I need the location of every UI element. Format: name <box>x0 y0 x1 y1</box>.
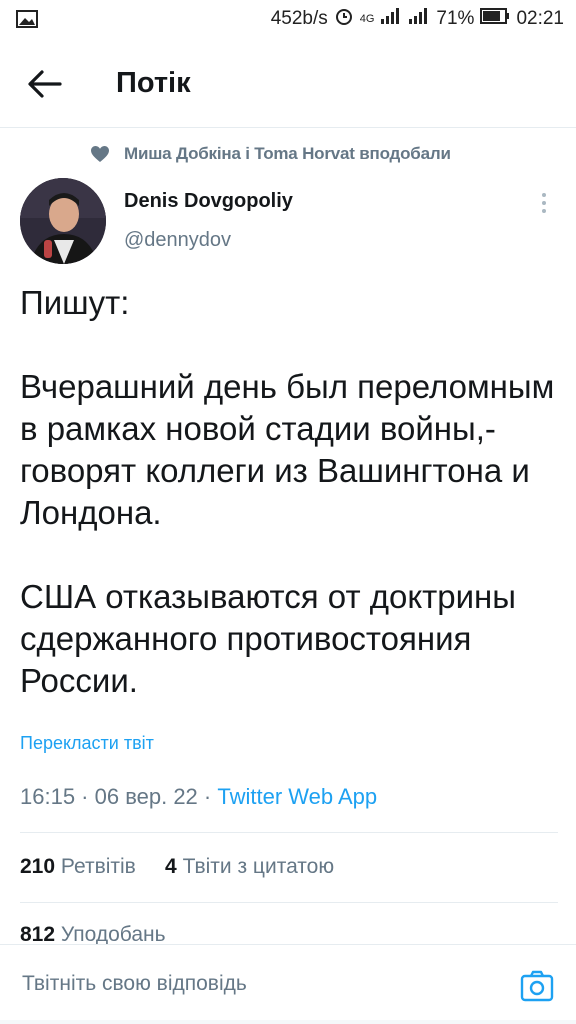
clock: 02:21 <box>516 8 564 29</box>
quotes-label: Твіти з цитатою <box>182 855 335 878</box>
heart-icon <box>91 146 109 162</box>
reply-input[interactable] <box>22 972 492 996</box>
social-context-text: Миша Добкіна і Toma Horvat вподобали <box>124 144 451 163</box>
more-options-button[interactable] <box>536 190 552 218</box>
avatar-image <box>20 178 106 264</box>
net-speed: 452b/s <box>270 8 328 29</box>
page-title: Потік <box>116 67 191 99</box>
tweet-paragraph: Вчерашний день был переломным в рамках н… <box>20 368 555 531</box>
author-name[interactable]: Denis Dovgopoliy <box>124 190 293 213</box>
network-type: 4G <box>359 13 375 25</box>
author-handle[interactable]: @dennydov <box>124 229 231 252</box>
back-button[interactable] <box>24 66 64 102</box>
camera-icon <box>520 970 554 1002</box>
retweets-label: Ретвітів <box>60 855 136 878</box>
quotes-count: 4 <box>165 855 177 878</box>
battery-level: 71% <box>436 8 475 29</box>
tweet-text: Пишут: Вчерашний день был переломным в р… <box>20 282 560 702</box>
app-header: Потік <box>0 40 576 128</box>
divider <box>20 902 558 903</box>
quotes-stat[interactable]: 4 Твіти з цитатою <box>165 855 334 878</box>
more-vertical-icon <box>542 193 546 213</box>
signal-icon <box>380 7 402 31</box>
image-notification-icon <box>16 10 38 33</box>
signal-icon-2 <box>408 7 430 31</box>
social-context[interactable]: Миша Добкіна і Toma Horvat вподобали <box>90 144 451 164</box>
bottom-edge <box>0 1020 576 1024</box>
divider <box>20 832 558 833</box>
likes-label: Уподобань <box>60 923 166 945</box>
avatar[interactable] <box>20 178 106 264</box>
retweets-count: 210 <box>20 855 56 878</box>
tweet-meta: 16:15 · 06 вер. 22 · Twitter Web App <box>20 784 377 810</box>
translate-tweet-link[interactable]: Перекласти твіт <box>20 733 154 754</box>
alarm-icon <box>334 6 354 32</box>
camera-button[interactable] <box>520 969 554 1003</box>
arrow-left-icon <box>28 70 62 98</box>
timestamp: 16:15 · 06 вер. 22 · <box>20 784 218 809</box>
status-bar: 452b/s 4G 71% 02:21 <box>0 0 576 40</box>
tweet-paragraph: США отказываются от доктрины сдержанного… <box>20 578 516 699</box>
battery-icon <box>480 8 510 30</box>
retweets-stat[interactable]: 210 Ретвітів <box>20 855 136 878</box>
likes-stat[interactable]: 812 Уподобань <box>20 923 166 945</box>
status-bar-right: 452b/s 4G 71% 02:21 <box>271 6 564 32</box>
tweet-stats: 210 Ретвітів 4 Твіти з цитатою <box>20 855 334 879</box>
reply-bar <box>0 944 576 1024</box>
likes-count: 812 <box>20 923 56 945</box>
source-link[interactable]: Twitter Web App <box>217 784 377 809</box>
tweet-paragraph: Пишут: <box>20 284 130 321</box>
